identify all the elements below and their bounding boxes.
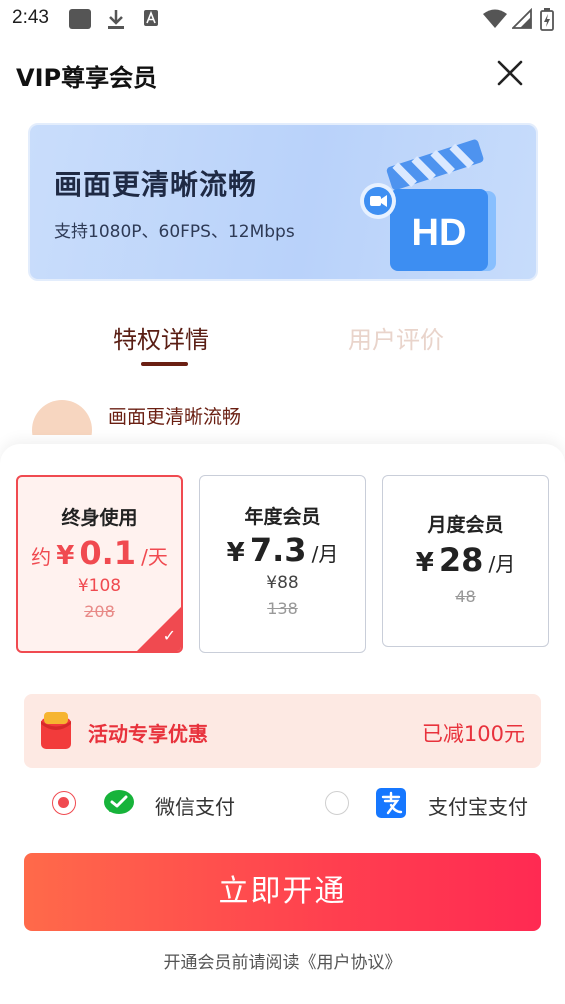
plan-original-price: 48 bbox=[455, 587, 476, 606]
tab-active-indicator bbox=[141, 362, 188, 366]
hd-badge-text: HD bbox=[412, 212, 467, 254]
tab-user-reviews[interactable]: 用户评价 bbox=[348, 320, 444, 355]
wechat-radio[interactable] bbox=[52, 791, 76, 815]
wechat-label: 微信支付 bbox=[155, 795, 235, 819]
feature-label: 画面更清晰流畅 bbox=[108, 406, 242, 428]
promo-label: 活动专享优惠 bbox=[88, 722, 208, 746]
status-bar: 2:43 bbox=[0, 0, 565, 38]
plan-card-yearly[interactable]: 年度会员 ¥ 7.3 /月 ¥88 138 bbox=[199, 475, 366, 653]
alipay-label: 支付宝支付 bbox=[428, 795, 528, 819]
banner-title: 画面更清晰流畅 bbox=[54, 168, 258, 201]
payment-option-wechat[interactable]: 微信支付 bbox=[52, 786, 272, 822]
plan-original-price: 138 bbox=[267, 599, 298, 618]
signal-icon bbox=[512, 8, 532, 29]
battery-icon bbox=[540, 8, 554, 31]
app-a-icon bbox=[144, 10, 158, 26]
promo-discount: 已减100元 bbox=[421, 722, 525, 746]
download-icon bbox=[108, 10, 124, 29]
wifi-icon bbox=[483, 9, 507, 28]
plan-price: ¥ 28 /月 bbox=[415, 541, 516, 579]
plan-price: ¥ 7.3 /月 bbox=[226, 531, 339, 569]
payment-option-alipay[interactable]: 支付宝支付 bbox=[325, 786, 545, 822]
plan-sub-price: ¥108 bbox=[77, 576, 122, 596]
alipay-radio[interactable] bbox=[325, 791, 349, 815]
plan-card-monthly[interactable]: 月度会员 ¥ 28 /月 48 bbox=[382, 475, 549, 647]
promo-banner: 活动专享优惠 已减100元 bbox=[24, 694, 541, 768]
app-notification-icon bbox=[69, 9, 91, 29]
subscribe-button[interactable]: 立即开通 bbox=[24, 853, 541, 931]
header: VIP尊享会员 bbox=[0, 50, 565, 98]
close-icon[interactable] bbox=[497, 60, 523, 86]
tab-bar: 特权详情 用户评价 bbox=[0, 312, 565, 372]
check-icon: ✓ bbox=[162, 626, 176, 645]
feature-list-item: 画面更清晰流畅 bbox=[0, 395, 565, 435]
page-title: VIP尊享会员 bbox=[16, 64, 158, 92]
alipay-icon bbox=[376, 788, 406, 818]
plan-name: 月度会员 bbox=[427, 514, 504, 536]
feature-icon bbox=[32, 400, 92, 435]
red-envelope-icon bbox=[41, 712, 71, 749]
plan-card-lifetime[interactable]: 终身使用 约 ¥ 0.1 /天 ¥108 208 ✓ bbox=[16, 475, 183, 653]
feature-banner: 画面更清晰流畅 支持1080P、60FPS、12Mbps HD bbox=[28, 123, 538, 281]
plan-sub-price: ¥88 bbox=[266, 573, 299, 593]
status-time: 2:43 bbox=[12, 7, 49, 28]
plan-name: 年度会员 bbox=[244, 506, 321, 528]
hd-clapperboard-icon: HD bbox=[360, 139, 496, 271]
user-agreement-link[interactable]: 开通会员前请阅读《用户协议》 bbox=[0, 948, 565, 973]
plan-price: 约 ¥ 0.1 /天 bbox=[31, 534, 168, 572]
wechat-icon bbox=[104, 790, 134, 814]
banner-subtitle: 支持1080P、60FPS、12Mbps bbox=[54, 222, 295, 242]
purchase-sheet: 终身使用 约 ¥ 0.1 /天 ¥108 208 ✓ 年度会员 ¥ 7.3 /月… bbox=[0, 444, 565, 1004]
tab-privileges[interactable]: 特权详情 bbox=[113, 320, 209, 355]
plan-name: 终身使用 bbox=[61, 507, 138, 529]
